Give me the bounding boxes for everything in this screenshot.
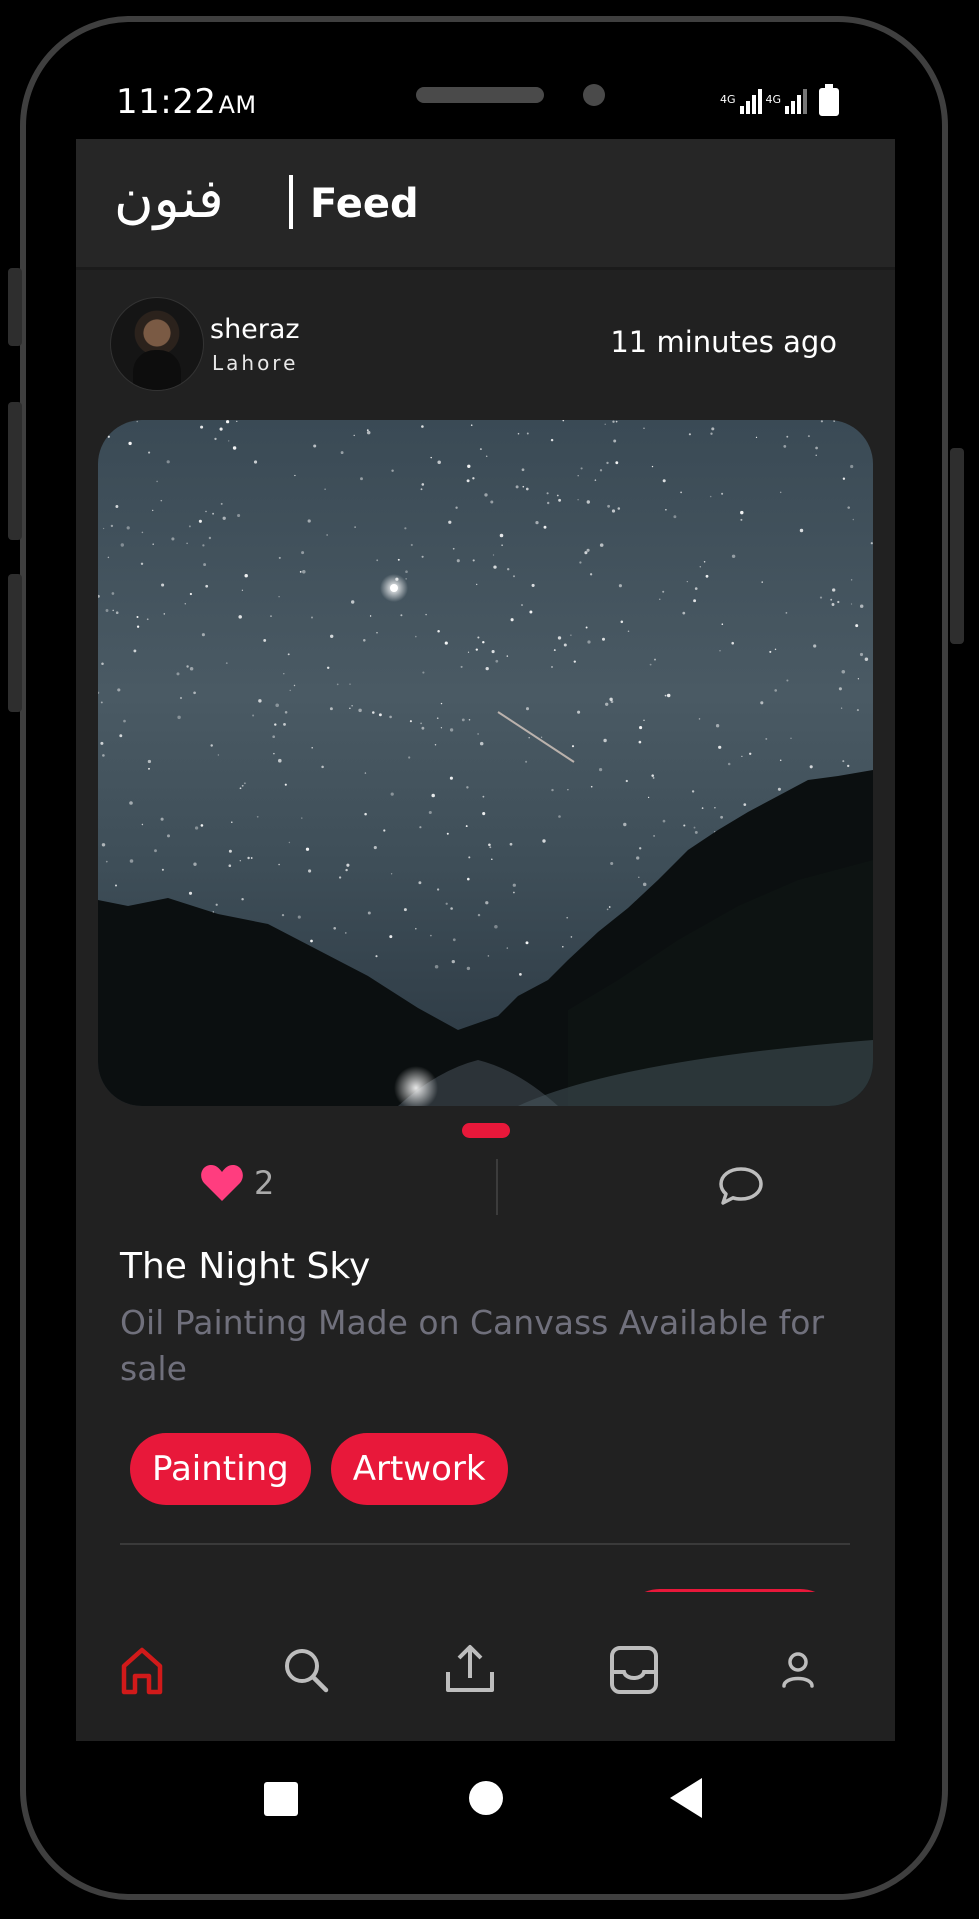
page-title: Feed [310, 181, 419, 227]
inbox-icon[interactable] [604, 1640, 664, 1700]
header-divider [289, 175, 293, 229]
app-logo: فنون [114, 167, 224, 230]
upload-icon[interactable] [440, 1640, 500, 1700]
phone-speaker [416, 87, 544, 103]
back-button[interactable] [670, 1778, 702, 1818]
app-screen: فنون Feed sheraz Lahore 11 minutes ago 2… [76, 139, 895, 1741]
status-time: 11:22AM [116, 82, 257, 122]
signal-icon-2 [785, 88, 808, 114]
profile-icon[interactable] [768, 1640, 828, 1700]
tag-chip[interactable]: Artwork [330, 1433, 508, 1505]
carousel-indicator[interactable] [462, 1123, 510, 1138]
logo-text: فنون [114, 167, 224, 230]
status-icons: 4G 4G [720, 84, 840, 120]
action-divider [496, 1159, 498, 1215]
bottom-nav [76, 1592, 895, 1741]
phone-volume-up-button [8, 402, 22, 540]
post-title: The Night Sky [120, 1246, 371, 1287]
heart-icon[interactable] [200, 1163, 244, 1203]
search-icon[interactable] [276, 1640, 336, 1700]
like-button[interactable]: 2 [200, 1163, 274, 1203]
phone-power-button [950, 448, 964, 644]
phone-camera [583, 84, 605, 106]
post-image[interactable] [98, 420, 873, 1106]
avatar[interactable] [110, 297, 204, 391]
post-username[interactable]: sheraz [210, 314, 300, 345]
recents-button[interactable] [264, 1782, 298, 1816]
phone-volume-down-button [8, 574, 22, 712]
status-time-ampm: AM [218, 91, 257, 119]
network-type-label: 4G [720, 93, 736, 106]
post-location: Lahore [212, 351, 299, 375]
post-timestamp: 11 minutes ago [610, 325, 837, 359]
app-header: فنون Feed [76, 139, 895, 270]
phone-side-button [8, 268, 22, 346]
status-time-value: 11:22 [116, 82, 217, 122]
home-icon[interactable] [112, 1640, 172, 1700]
post-description: Oil Painting Made on Canvass Available f… [120, 1303, 825, 1388]
network-type-label-2: 4G [765, 93, 782, 106]
comment-icon[interactable] [716, 1163, 766, 1209]
battery-icon [819, 84, 840, 116]
signal-icon [739, 88, 762, 114]
content-divider [120, 1543, 850, 1545]
tag-list: Painting Artwork [130, 1433, 508, 1505]
tag-chip[interactable]: Painting [130, 1433, 311, 1505]
like-count: 2 [254, 1164, 275, 1202]
home-button[interactable] [469, 1781, 503, 1815]
